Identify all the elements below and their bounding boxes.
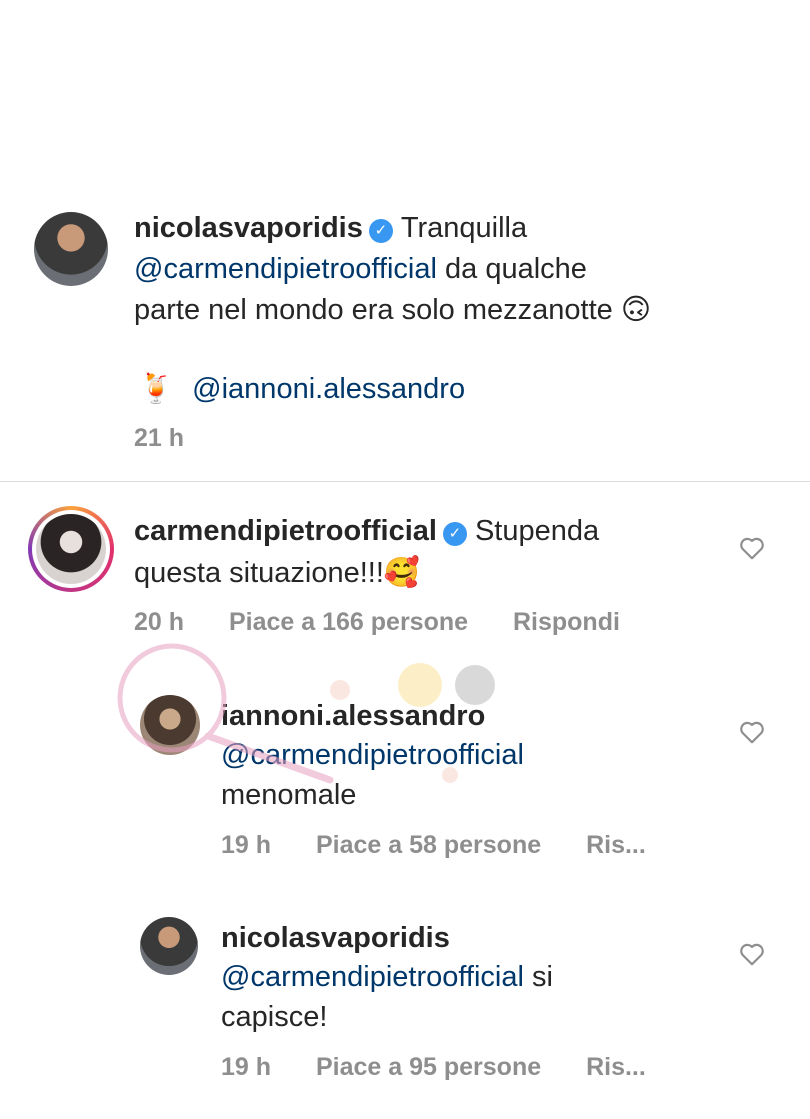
caption-meta: 21 h xyxy=(134,424,222,453)
comment1-time: 20 h xyxy=(134,608,185,636)
comment1-username[interactable]: carmendipietroofficial xyxy=(134,515,437,547)
comment2-reply-button[interactable]: Ris... xyxy=(586,831,646,859)
comment3-line3: capisce! xyxy=(221,997,327,1037)
caption-line5: 🍹 @iannoni.alessandro xyxy=(138,368,465,409)
comment3-line2: @carmendipietroofficial si xyxy=(221,957,553,997)
caption-username[interactable]: nicolasvaporidis xyxy=(134,212,363,244)
verified-badge-icon: ✓ xyxy=(368,219,393,243)
comment3-mention[interactable]: @carmendipietroofficial xyxy=(221,961,524,993)
comment3-meta: 19 h Piace a 95 persone Ris... xyxy=(221,1053,646,1082)
caption-mention2[interactable]: @iannoni.alessandro xyxy=(192,373,465,405)
comment3-username[interactable]: nicolasvaporidis xyxy=(221,922,450,954)
avatar-carmendipietroofficial[interactable] xyxy=(28,506,114,592)
comment2-username[interactable]: iannoni.alessandro xyxy=(221,700,485,732)
avatar-nicolasvaporidis[interactable] xyxy=(140,917,198,975)
caption-line1: nicolasvaporidis ✓ Tranquilla xyxy=(134,208,527,248)
verified-badge-icon: ✓ xyxy=(442,522,467,546)
heart-outline-icon[interactable] xyxy=(739,720,765,744)
comment3-line1: nicolasvaporidis xyxy=(221,918,450,958)
caption-time: 21 h xyxy=(134,424,185,452)
upside-down-face-emoji: 🙃 xyxy=(620,292,652,326)
story-ring xyxy=(32,510,110,588)
caption-text-part1: Tranquilla xyxy=(400,212,528,244)
comment3-time: 19 h xyxy=(221,1053,272,1081)
comment1-meta: 20 h Piace a 166 persone Rispondi xyxy=(134,608,620,637)
comment2-line2: @carmendipietroofficial xyxy=(221,735,524,775)
comment1-likes[interactable]: Piace a 166 persone xyxy=(229,608,468,636)
caption-text-part2: da qualche xyxy=(445,253,587,285)
comment1-reply-button[interactable]: Rispondi xyxy=(513,608,620,636)
comment3-text-line3: capisce! xyxy=(221,1001,328,1033)
heart-outline-icon[interactable] xyxy=(739,536,765,560)
cocktail-emoji: 🍹 xyxy=(138,371,175,405)
comment1-text-line2: questa situazione!!! xyxy=(134,557,384,589)
comment3-reply-button[interactable]: Ris... xyxy=(586,1053,646,1081)
comment3-text-part: si xyxy=(532,961,553,993)
caption-text-line3: parte nel mondo era solo mezzanotte xyxy=(134,294,613,326)
comment2-text: menomale xyxy=(221,779,357,811)
comment3-likes[interactable]: Piace a 95 persone xyxy=(316,1053,541,1081)
comment1-line1: carmendipietroofficial ✓ Stupenda xyxy=(134,511,599,551)
caption-line2: @carmendipietroofficial da qualche xyxy=(134,249,587,289)
caption-mention[interactable]: @carmendipietroofficial xyxy=(134,253,437,285)
heart-outline-icon[interactable] xyxy=(739,942,765,966)
divider xyxy=(0,481,810,482)
comment2-likes[interactable]: Piace a 58 persone xyxy=(316,831,541,859)
comment2-line3: menomale xyxy=(221,775,356,815)
caption-line3: parte nel mondo era solo mezzanotte 🙃 xyxy=(134,289,651,330)
avatar-iannoni-alessandro[interactable] xyxy=(140,695,200,755)
comment2-time: 19 h xyxy=(221,831,272,859)
comment2-mention[interactable]: @carmendipietroofficial xyxy=(221,739,524,771)
avatar-image xyxy=(36,514,106,584)
smiling-hearts-emoji: 🥰 xyxy=(383,555,420,589)
avatar-nicolasvaporidis[interactable] xyxy=(34,212,108,286)
comment1-text-line1: Stupenda xyxy=(474,515,600,547)
comment2-line1: iannoni.alessandro xyxy=(221,696,485,736)
comment2-meta: 19 h Piace a 58 persone Ris... xyxy=(221,831,646,860)
comment1-line2: questa situazione!!!🥰 xyxy=(134,552,420,593)
